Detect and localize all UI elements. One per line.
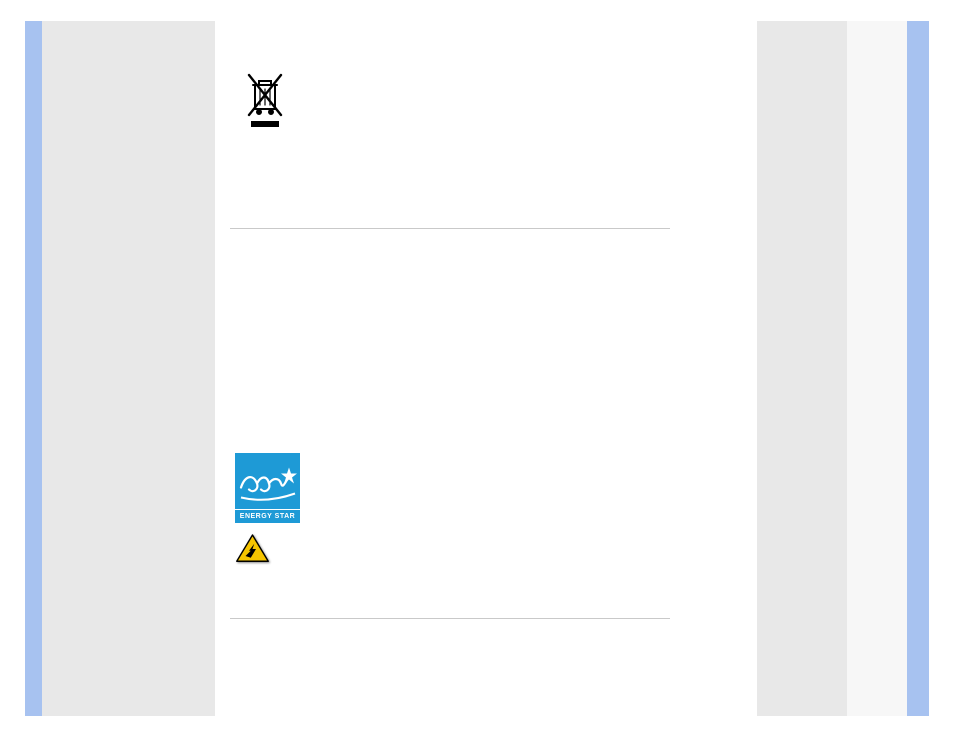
energy-star-icon: ENERGY STAR xyxy=(235,453,300,523)
separator-1 xyxy=(230,228,670,229)
esd-caution-icon xyxy=(235,533,270,565)
content-column: ENERGY STAR weee-crossed-bin-icon energy… xyxy=(215,21,757,716)
stripe-right-light xyxy=(847,21,907,716)
separator-2 xyxy=(230,618,670,619)
icon-name-estar: energy-star-icon xyxy=(215,21,216,22)
stripe-left-blue xyxy=(25,21,42,716)
stripe-right-gray xyxy=(757,21,847,716)
stripe-left-gray xyxy=(42,21,215,716)
stripe-right-blue xyxy=(907,21,929,716)
energy-star-label: ENERGY STAR xyxy=(235,509,300,523)
energy-star-script xyxy=(235,453,300,509)
weee-crossed-bin-icon xyxy=(245,71,285,131)
icon-name-caution: esd-caution-icon xyxy=(215,21,216,22)
document-page: ENERGY STAR weee-crossed-bin-icon energy… xyxy=(0,0,954,738)
icon-name-weee: weee-crossed-bin-icon xyxy=(215,21,216,22)
